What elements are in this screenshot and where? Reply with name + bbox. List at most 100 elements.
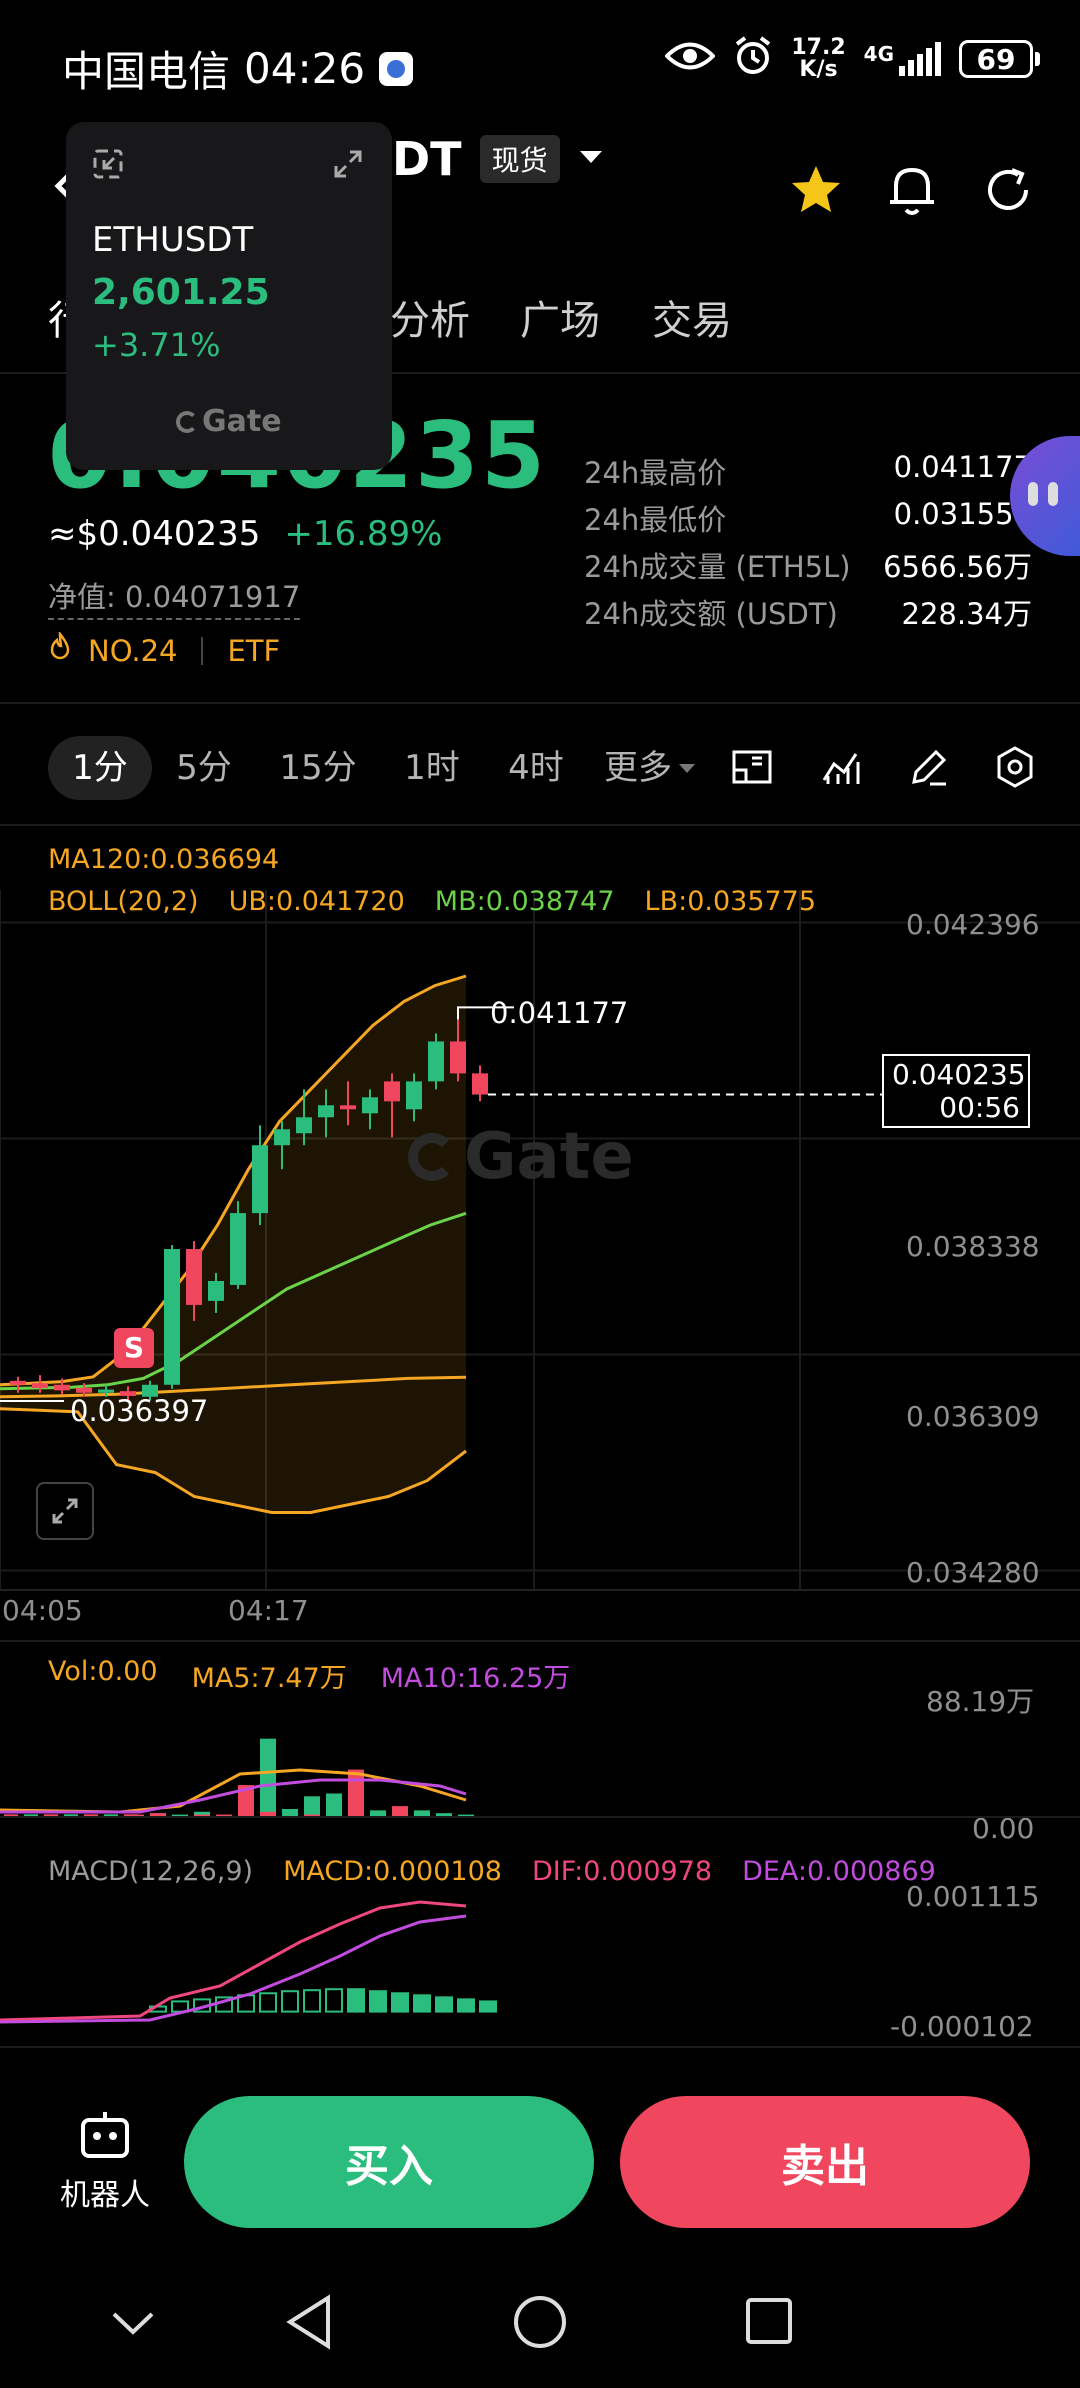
floating-ticker-card[interactable]: ETHUSDT 2,601.25 +3.71% Gate	[66, 122, 392, 470]
macd-histogram-bar	[369, 1990, 387, 2013]
rank-badge[interactable]: NO.24	[88, 634, 177, 668]
tf-5m[interactable]: 5分	[164, 736, 244, 800]
candle-body	[208, 1280, 224, 1301]
macd-histogram-bar	[259, 1992, 277, 2013]
macd-histogram-bar	[347, 1988, 365, 2013]
candle-body	[230, 1213, 246, 1285]
bell-icon[interactable]	[876, 154, 948, 226]
dropdown-icon[interactable]	[578, 147, 604, 171]
nav-value[interactable]: 净值: 0.04071917	[48, 574, 301, 620]
tf-1m[interactable]: 1分	[48, 736, 152, 800]
expand-arrows-icon	[52, 1498, 78, 1524]
volume-bar	[104, 1814, 118, 1816]
macd-histogram-bar	[413, 1994, 431, 2013]
robot-icon	[81, 2112, 129, 2158]
etf-tag[interactable]: ETF	[227, 634, 280, 668]
refresh-icon[interactable]	[972, 154, 1044, 226]
candle-body	[428, 1041, 444, 1082]
rank-separator	[201, 636, 204, 665]
favorite-star-icon[interactable]	[780, 154, 852, 226]
divider	[0, 2046, 1080, 2048]
tf-4h[interactable]: 4时	[496, 736, 576, 800]
tf-15m[interactable]: 15分	[268, 736, 368, 800]
macd-chart	[0, 1900, 497, 2024]
macd-histogram-bar	[281, 1990, 299, 2013]
caret-down-icon	[679, 764, 695, 773]
x-tick: 04:05	[2, 1594, 83, 1627]
macd-histogram-bar	[325, 1988, 343, 2013]
system-nav-bar	[0, 2270, 1080, 2388]
gate-logo-icon	[408, 1133, 456, 1181]
volume-bar	[414, 1810, 430, 1816]
candle-body	[472, 1073, 488, 1095]
eye-icon	[664, 39, 717, 79]
fire-icon	[48, 630, 72, 669]
macd-histogram-bar	[391, 1992, 409, 2013]
chart-watermark: Gate	[408, 1120, 634, 1194]
volume-bar	[216, 1814, 232, 1816]
nav-home-icon[interactable]	[512, 2294, 568, 2354]
low-marker-label: 0.036397	[70, 1394, 209, 1428]
card-brand: Gate	[176, 404, 282, 439]
candle-body	[450, 1041, 466, 1074]
status-right: 17.2 K/s 4G 69	[664, 36, 1040, 82]
nav-hide-icon[interactable]	[110, 2308, 156, 2342]
candle-body	[362, 1097, 378, 1114]
macd-legend: MACD(12,26,9) MACD:0.000108 DIF:0.000978…	[48, 1856, 936, 1887]
volume-bar	[124, 1814, 138, 1816]
nav-back-icon[interactable]	[284, 2294, 334, 2354]
pair-name: DT	[392, 132, 462, 186]
stat-row-volume: 24h成交量 (ETH5L) 6566.56万	[584, 550, 1032, 584]
expand-icon[interactable]	[332, 148, 364, 184]
candle-body	[54, 1384, 70, 1391]
bottom-action-bar: 机器人 买入 卖出	[0, 2050, 1080, 2270]
macd-histogram-bar	[479, 2000, 497, 2013]
volume-bar	[282, 1808, 298, 1816]
rank-row: NO.24 ETF	[48, 630, 280, 669]
gate-logo-icon	[176, 410, 198, 433]
macd-histogram-bar	[435, 1996, 453, 2013]
clock: 04:26	[244, 44, 366, 93]
fullscreen-chart-button[interactable]	[36, 1482, 94, 1540]
volume-bar	[194, 1814, 210, 1816]
macd-histogram-bar	[457, 1998, 475, 2013]
battery-icon: 69	[959, 40, 1040, 78]
carrier-name: 中国电信	[62, 47, 231, 96]
volume-bar	[304, 1796, 320, 1816]
pair-title[interactable]: DT 现货	[392, 132, 604, 186]
candle-body	[384, 1081, 400, 1102]
volume-bar	[458, 1814, 474, 1816]
tab-analysis[interactable]: 分析	[390, 288, 470, 346]
status-bar: 中国电信 04:26 17.2 K/s 4G 69	[0, 0, 1080, 120]
volume-bar	[304, 1814, 320, 1816]
volume-bar	[370, 1810, 386, 1816]
robot-button[interactable]: 机器人	[50, 2108, 160, 2228]
buy-button[interactable]: 买入	[184, 2096, 594, 2228]
chart-settings-icon[interactable]	[992, 744, 1038, 794]
usd-price-row: ≈$0.040235 +16.89%	[48, 514, 443, 554]
card-price: 2,601.25	[92, 272, 270, 313]
stat-row-turnover: 24h成交额 (USDT) 228.34万	[584, 597, 1032, 631]
volume-bar	[260, 1738, 276, 1816]
sell-button[interactable]: 卖出	[620, 2096, 1030, 2228]
indicator-settings-icon[interactable]	[730, 744, 776, 794]
tf-1h[interactable]: 1时	[392, 736, 472, 800]
tab-square[interactable]: 广场	[520, 288, 600, 346]
draw-pen-icon[interactable]	[906, 744, 952, 794]
legend-boll: BOLL(20,2) UB:0.041720 MB:0.038747 LB:0.…	[48, 886, 817, 917]
signal-icon: 4G	[864, 42, 941, 76]
current-price-tag[interactable]: 0.040235 00:56	[882, 1054, 1030, 1128]
kline-chart[interactable]: MA120:0.036694 BOLL(20,2) UB:0.041720 MB…	[0, 830, 1080, 1630]
tf-more[interactable]: 更多	[604, 736, 724, 800]
volume-bar	[392, 1806, 408, 1816]
y-tick: 0.042396	[906, 908, 1040, 941]
y-tick: 0.036309	[906, 1400, 1040, 1433]
tab-trade[interactable]: 交易	[652, 288, 732, 346]
candle-body	[274, 1129, 290, 1146]
indicator-chart-icon[interactable]	[818, 744, 864, 794]
x-tick: 04:17	[228, 1594, 309, 1627]
nav-recents-icon[interactable]	[744, 2296, 794, 2350]
macd-histogram-bar	[303, 1989, 321, 2013]
sell-signal-marker[interactable]: S	[114, 1328, 154, 1368]
minimize-icon[interactable]	[92, 148, 124, 184]
